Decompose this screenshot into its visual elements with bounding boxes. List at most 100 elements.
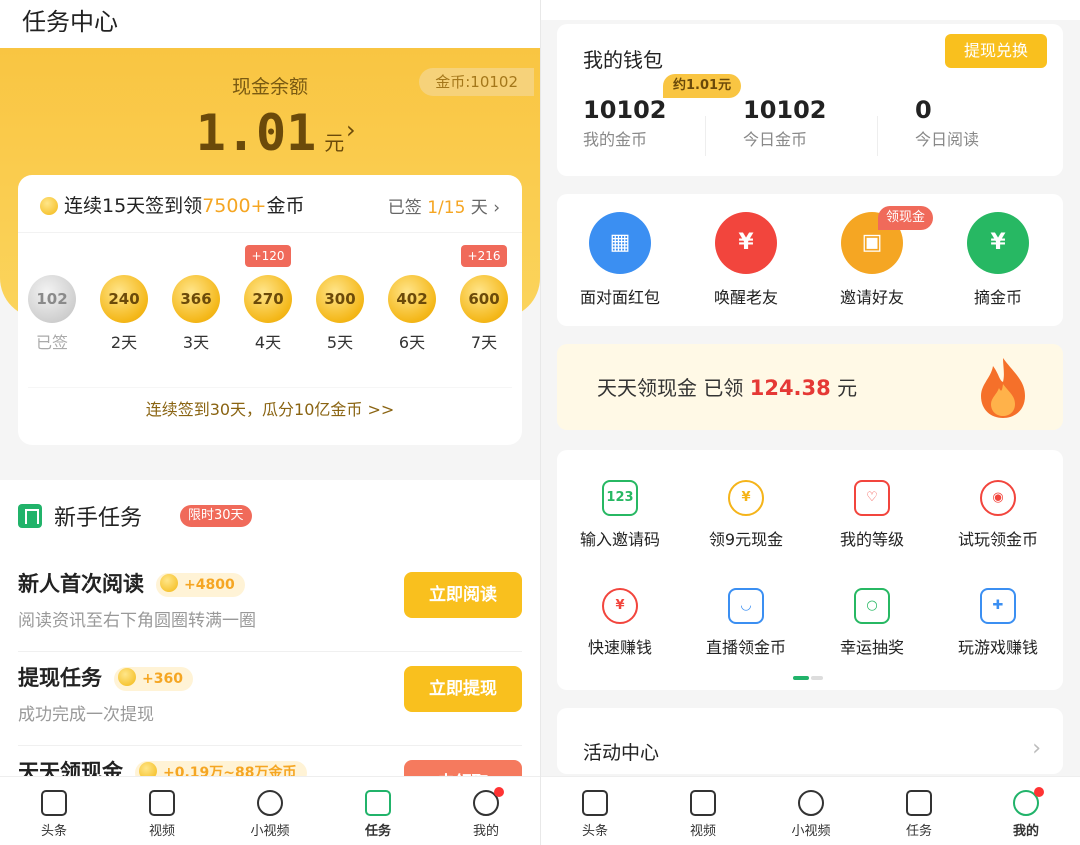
sign-in-card: 连续15天签到领7500+金币 已签 1/15 天 › +120 +216 10… [18,175,522,445]
today-reads-stat[interactable]: 0 今日阅读 [915,96,1075,150]
live-stream-coins[interactable]: ◡ 直播领金币 [683,588,809,658]
chevron-right-icon[interactable]: › [346,116,356,144]
grid-label: 领9元现金 [708,530,784,549]
stat-value: 10102 [583,96,667,124]
play-circle-icon [798,790,824,816]
enter-invite-code[interactable]: 123 输入邀请码 [557,480,683,550]
sign-in-header: 连续15天签到领7500+金币 已签 1/15 天 › [18,175,522,233]
sign-title-prefix: 连续15天签到领 [64,195,203,217]
tab-label: 头条 [581,824,608,839]
tab-video[interactable]: 视频 [108,777,216,845]
tab-label: 视频 [689,824,716,839]
sign-title-highlight: 7500+ [202,195,267,217]
grid-label: 快速赚钱 [587,638,652,657]
tab-label: 视频 [148,824,175,839]
limited-time-badge: 限时30天 [180,505,252,527]
activity-center[interactable]: 活动中心 › [557,708,1063,774]
sign-status-prefix: 已签 [387,198,428,218]
day-label: 已签 [35,333,68,352]
tab-tasks[interactable]: 任务 [865,777,973,845]
task-center-screen: 任务中心 金币:10102 现金余额 1.01 元 › 连续15天签到领7500+… [0,0,540,845]
user-icon [1013,787,1044,816]
cash-unit: 元 [324,131,345,155]
grid-label: 输入邀请码 [579,530,660,549]
tab-short-video[interactable]: 小视频 [757,777,865,845]
day-coin: 270 [244,275,292,323]
tab-profile[interactable]: 我的 [432,777,540,845]
sign-day[interactable]: 240 2天 [96,275,152,353]
grid-label: 玩游戏赚钱 [957,638,1038,657]
tab-headlines[interactable]: 头条 [541,777,649,845]
tab-label: 我的 [1012,824,1039,839]
page-indicator [793,676,825,680]
invite-friends[interactable]: ▣ 邀请好友 领现金 [812,206,934,308]
day-coin: 600 [460,275,508,323]
play-games-earn[interactable]: ✚ 玩游戏赚钱 [935,588,1061,658]
sign-day[interactable]: 366 3天 [168,275,224,353]
lucky-draw[interactable]: ○ 幸运抽奖 [809,588,935,658]
today-coins-stat[interactable]: 10102 今日金币 [743,96,903,150]
tab-tasks[interactable]: 任务 [324,777,432,845]
activity-title: 活动中心 [583,742,660,764]
trial-play-coins[interactable]: ◉ 试玩领金币 [935,480,1061,550]
coin-icon [40,197,58,215]
day-label: 3天 [182,333,210,352]
coin-icon [160,574,178,592]
tab-headlines[interactable]: 头条 [0,777,108,845]
indicator-active [793,676,809,680]
task-reward: +360 [114,667,193,691]
quick-earn[interactable]: ¥ 快速赚钱 [557,588,683,658]
sign-day[interactable]: 270 4天 [240,275,296,353]
qr-code-icon: ▦ [589,212,651,274]
day-coin: 240 [100,275,148,323]
robot-icon: ◉ [980,480,1016,516]
sign-in-progress[interactable]: 已签 1/15 天 › [388,193,500,218]
grid-label: 试玩领金币 [957,530,1038,549]
money-bag-icon: ¥ [602,588,638,624]
get-9-yuan-cash[interactable]: ¥ 领9元现金 [683,480,809,550]
read-now-button[interactable]: 立即阅读 [404,572,522,618]
wake-old-friends[interactable]: ¥ 唤醒老友 [686,212,806,308]
newbie-tasks-section: 新手任务 限时30天 新人首次阅读 +4800 阅读资讯至右下角圆圈转满一圈 立即… [0,480,540,840]
play-icon [690,790,716,816]
day-coin: 102 [28,275,76,323]
tab-profile[interactable]: 我的 [972,777,1080,845]
task-title: 提现任务 [18,666,102,690]
quick-actions: ▦ 面对面红包 ¥ 唤醒老友 ▣ 邀请好友 领现金 ¥ 摘金币 [557,194,1063,326]
withdraw-exchange-button[interactable]: 提现兑换 [945,34,1047,68]
cash-balance[interactable]: 1.01 元 [0,104,540,162]
sign-day[interactable]: 300 5天 [312,275,368,353]
article-icon [41,790,67,816]
calendar-check-icon [906,790,932,816]
daily-cash-banner[interactable]: 天天领现金 已领 124.38 元 [557,344,1063,430]
pick-coins[interactable]: ¥ 摘金币 [938,212,1058,308]
bottom-tab-bar: 头条 视频 小视频 任务 我的 [541,776,1080,845]
task-name: 新人首次阅读 +4800 [18,568,245,598]
grid-label: 直播领金币 [705,638,786,657]
day-label: 6天 [398,333,426,352]
bookmark-icon [18,504,42,528]
feature-grid: 123 输入邀请码 ¥ 领9元现金 ♡ 我的等级 ◉ 试玩领金币 ¥ 快速赚钱 … [557,450,1063,690]
sign-day[interactable]: 102 已签 [24,275,80,353]
face-to-face-red-packet[interactable]: ▦ 面对面红包 [560,212,680,308]
tab-video[interactable]: 视频 [649,777,757,845]
sign-day[interactable]: 600 7天 [456,275,512,353]
sign-in-30-day-link[interactable]: 连续签到30天，瓜分10亿金币 >> [28,387,512,431]
tab-label: 我的 [472,824,499,839]
stat-label: 今日阅读 [915,130,980,149]
user-icon [473,787,504,816]
withdraw-now-button[interactable]: 立即提现 [404,666,522,712]
quick-label: 唤醒老友 [713,288,778,307]
diamond-icon: ♡ [854,480,890,516]
wallet-title: 我的钱包 [583,48,663,72]
task-reward: +4800 [156,573,245,597]
my-coins-stat[interactable]: 10102 我的金币 [583,96,743,150]
day-label: 2天 [110,333,138,352]
sign-day[interactable]: 402 6天 [384,275,440,353]
my-level[interactable]: ♡ 我的等级 [809,480,935,550]
top-spacer [541,0,1080,20]
grid-label: 我的等级 [839,530,904,549]
daily-unit: 元 [830,376,858,400]
tab-short-video[interactable]: 小视频 [216,777,324,845]
task-row: 提现任务 +360 成功完成一次提现 立即提现 [18,656,522,746]
